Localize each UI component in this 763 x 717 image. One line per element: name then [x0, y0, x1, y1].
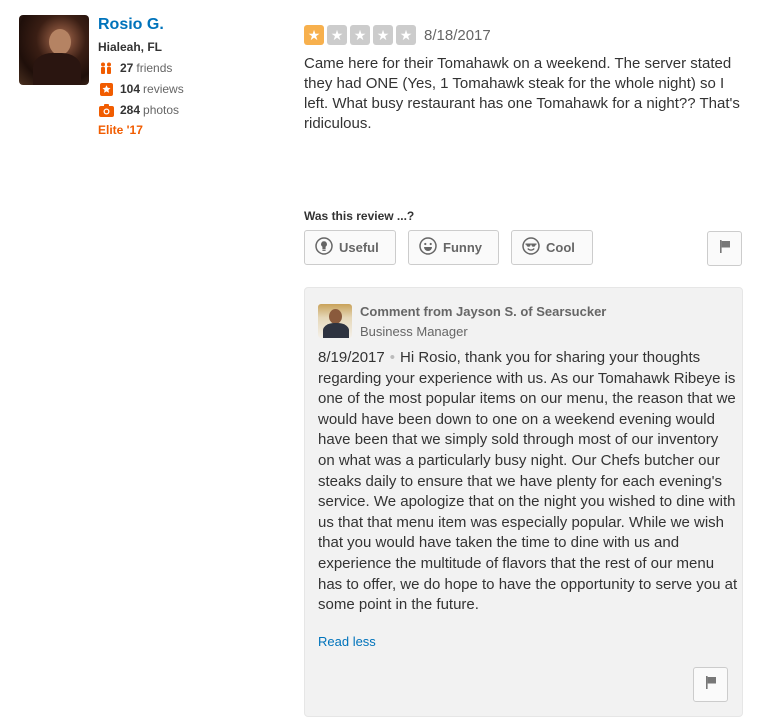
photos-count: 284	[120, 103, 141, 117]
business-comment-from: Comment from Jayson S. of Searsucker	[360, 304, 607, 319]
business-comment-body: 8/19/2017 • Hi Rosio, thank you for sharin…	[318, 348, 738, 616]
business-owner-role: Business Manager	[360, 324, 468, 339]
star-icon: ★	[396, 25, 416, 45]
cool-icon	[522, 237, 546, 258]
funny-icon	[419, 237, 443, 258]
friends-icon	[98, 61, 114, 75]
funny-label: Funny	[443, 240, 482, 255]
funny-button[interactable]: Funny	[408, 230, 499, 265]
star-icon: ★	[304, 25, 324, 45]
reviews-star-icon	[98, 82, 114, 96]
elite-badge[interactable]: Elite '17	[98, 122, 184, 138]
star-icon: ★	[350, 25, 370, 45]
review-rating: ★ ★ ★ ★ ★ 8/18/2017	[304, 25, 491, 45]
user-name-link[interactable]: Rosio G.	[98, 15, 184, 35]
business-comment: Comment from Jayson S. of Searsucker Bus…	[304, 287, 743, 717]
friends-label: friends	[136, 61, 173, 75]
user-location: Hialeah, FL	[98, 40, 163, 54]
friends-count: 27	[120, 61, 134, 75]
reviews-label: reviews	[143, 82, 184, 96]
star-icon: ★	[327, 25, 347, 45]
review-text: Came here for their Tomahawk on a weeken…	[304, 55, 740, 132]
flag-icon	[719, 239, 731, 258]
review-date: 8/18/2017	[424, 26, 491, 44]
reviews-count: 104	[120, 82, 141, 96]
useful-button[interactable]: Useful	[304, 230, 396, 265]
cool-label: Cool	[546, 240, 575, 255]
user-avatar[interactable]	[19, 15, 89, 85]
star-rating: ★ ★ ★ ★ ★	[304, 25, 419, 45]
business-owner-avatar[interactable]	[318, 304, 352, 338]
user-friends-stat: 27 friends	[98, 60, 184, 76]
cool-button[interactable]: Cool	[511, 230, 593, 265]
user-info: Rosio G. Hialeah, FL 27 friends 104 revi…	[98, 15, 184, 138]
user-reviews-stat: 104 reviews	[98, 81, 184, 97]
star-icon: ★	[373, 25, 393, 45]
business-comment-text: Hi Rosio, thank you for sharing your tho…	[318, 349, 738, 614]
read-less-link[interactable]: Read less	[318, 634, 376, 649]
feedback-prompt: Was this review ...?	[304, 209, 415, 223]
flag-comment-button[interactable]	[693, 667, 728, 702]
flag-icon	[705, 675, 717, 694]
useful-icon	[315, 237, 339, 258]
useful-label: Useful	[339, 240, 379, 255]
camera-icon	[98, 103, 114, 117]
separator-dot: •	[389, 349, 395, 366]
business-comment-date: 8/19/2017	[318, 349, 385, 366]
user-photos-stat: 284 photos	[98, 102, 184, 118]
flag-review-button[interactable]	[707, 231, 742, 266]
vote-buttons: Useful Funny Cool	[304, 230, 605, 265]
photos-label: photos	[143, 103, 180, 117]
